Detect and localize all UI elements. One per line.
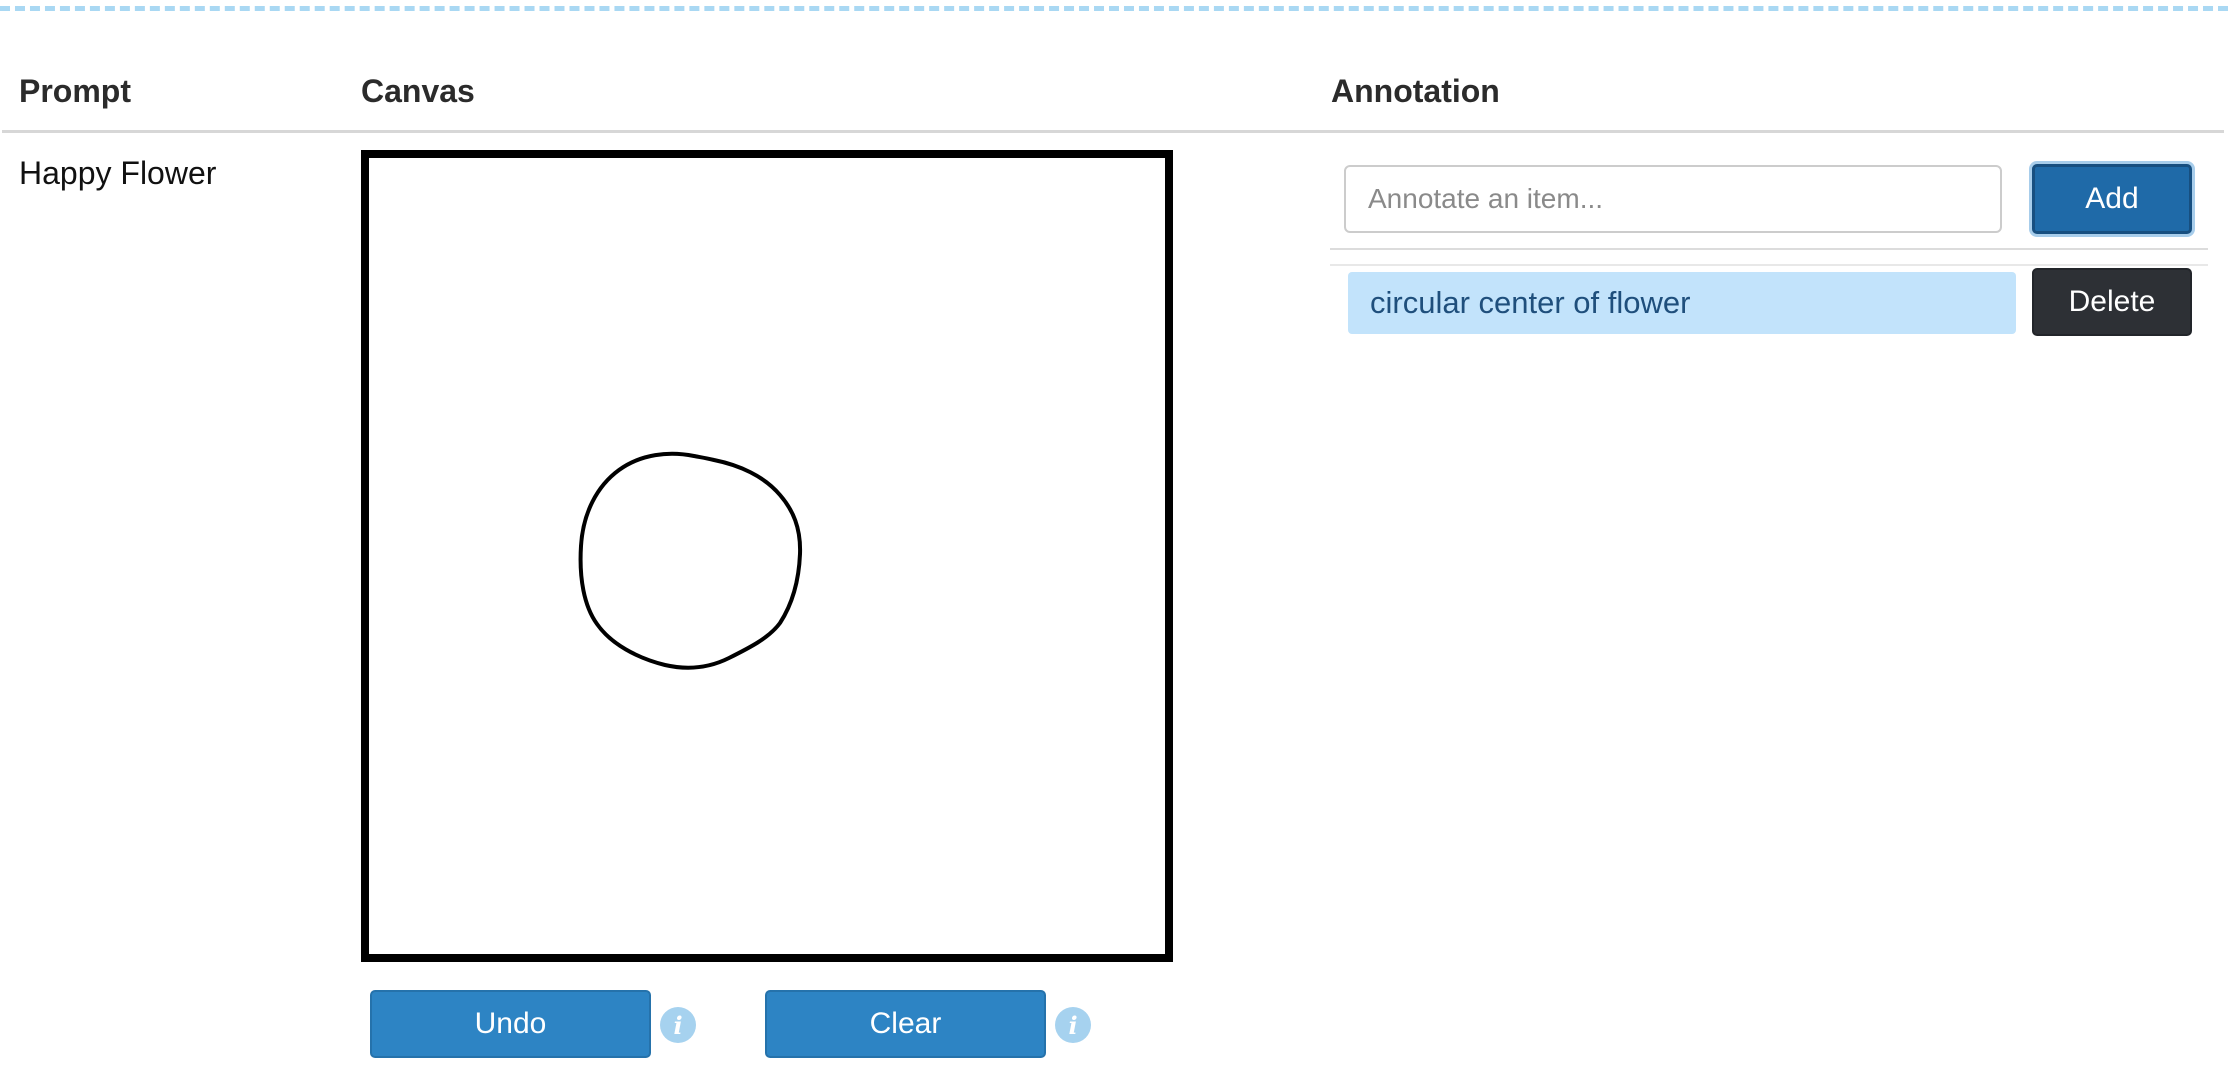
prompt-text: Happy Flower — [19, 155, 217, 191]
annotation-input[interactable] — [1344, 165, 2002, 233]
header-prompt: Prompt — [19, 73, 131, 109]
info-icon[interactable]: i — [660, 1007, 696, 1043]
dashed-top-border — [0, 6, 2228, 11]
add-button[interactable]: Add — [2032, 164, 2192, 234]
sketch-stroke — [578, 451, 803, 670]
header-canvas: Canvas — [361, 73, 475, 109]
drawing-canvas[interactable] — [361, 150, 1173, 962]
clear-button[interactable]: Clear — [765, 990, 1046, 1058]
delete-button[interactable]: Delete — [2032, 268, 2192, 336]
undo-button[interactable]: Undo — [370, 990, 651, 1058]
header-divider — [2, 130, 2224, 133]
annotation-list-top-rule — [1330, 264, 2208, 266]
header-annotation: Annotation — [1331, 73, 1500, 109]
annotation-item[interactable]: circular center of flower — [1348, 272, 2016, 334]
info-icon[interactable]: i — [1055, 1007, 1091, 1043]
annotation-divider — [1330, 248, 2208, 250]
